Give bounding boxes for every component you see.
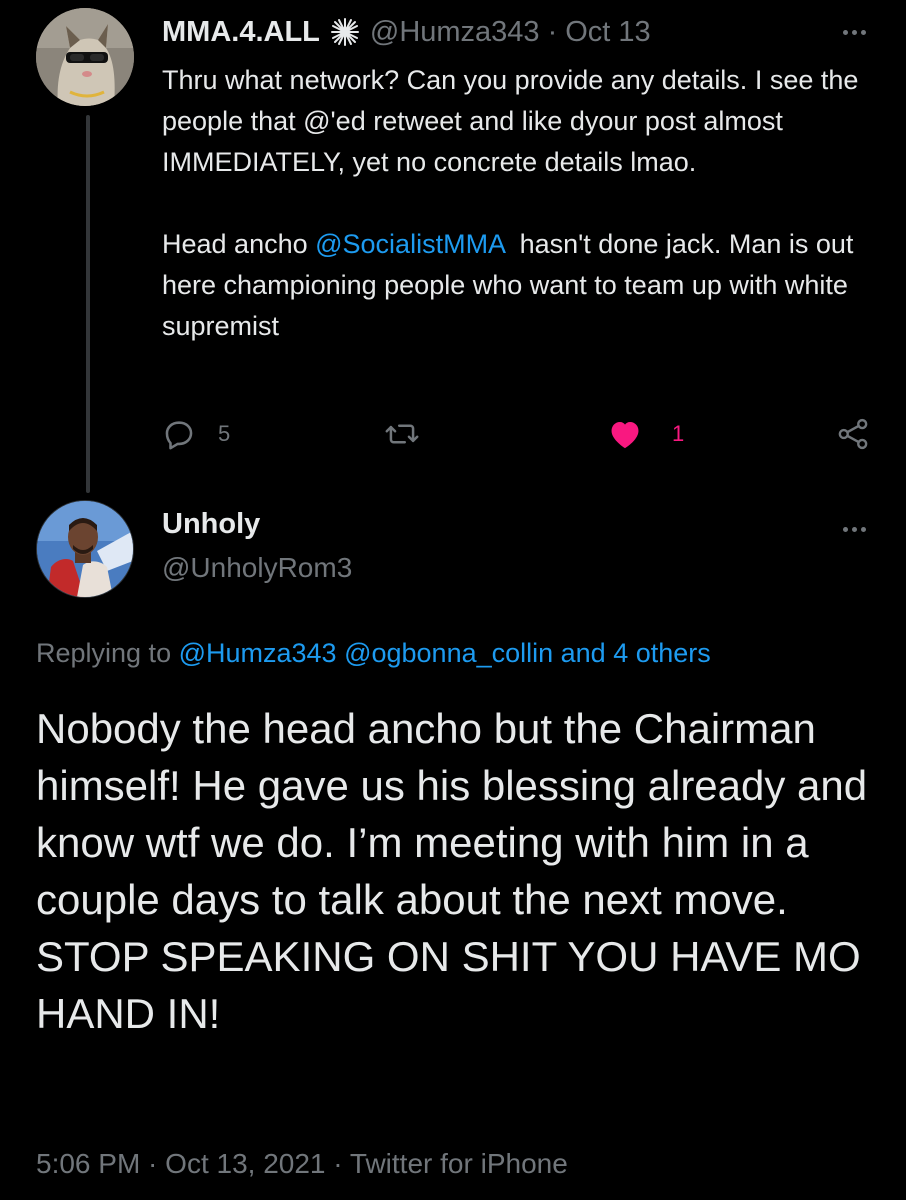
thread-connector-line bbox=[86, 115, 90, 493]
tweet-text-segment: Head ancho bbox=[162, 229, 316, 259]
avatar-unholy[interactable] bbox=[36, 500, 134, 598]
share-button[interactable] bbox=[836, 414, 870, 454]
parent-tweet-text: Thru what network? Can you provide any d… bbox=[162, 60, 882, 347]
heart-filled-icon bbox=[608, 418, 642, 450]
reply-icon bbox=[162, 417, 196, 451]
reply-count: 5 bbox=[218, 421, 231, 446]
user-handle[interactable]: @Humza343 bbox=[370, 16, 540, 49]
tweet-time[interactable]: 5:06 PM bbox=[36, 1148, 140, 1179]
like-button[interactable]: 1 bbox=[608, 414, 684, 454]
avatar-mma4all[interactable] bbox=[36, 8, 134, 106]
main-tweet-text: Nobody the head ancho but the Chairman h… bbox=[36, 705, 868, 1037]
replying-to-mentions[interactable]: @Humza343 @ogbonna_collin and 4 others bbox=[179, 638, 711, 668]
parent-tweet-header: MMA.4.ALL @Humza343 · Oct 13 bbox=[162, 12, 651, 52]
separator-dot: · bbox=[325, 1148, 350, 1179]
separator-dot: · bbox=[547, 15, 558, 48]
tweet-paragraph: Thru what network? Can you provide any d… bbox=[162, 65, 859, 177]
replying-to-label: Replying to bbox=[36, 638, 179, 668]
starburst-icon bbox=[330, 17, 360, 47]
retweet-button[interactable] bbox=[384, 414, 442, 454]
tweet-paragraph: Head ancho @SocialistMMA hasn't done jac… bbox=[162, 224, 882, 347]
tweet-date[interactable]: Oct 13, 2021 bbox=[165, 1148, 325, 1179]
mention-link[interactable]: @SocialistMMA bbox=[315, 229, 504, 259]
tweet-source[interactable]: Twitter for iPhone bbox=[350, 1148, 568, 1179]
separator-dot: · bbox=[140, 1148, 166, 1179]
share-icon bbox=[836, 417, 870, 451]
retweet-icon bbox=[384, 417, 420, 451]
display-name[interactable]: Unholy bbox=[162, 508, 260, 541]
tweet-metadata: 5:06 PM · Oct 13, 2021 · Twitter for iPh… bbox=[36, 1148, 568, 1180]
tweet-action-bar: 5 1 bbox=[162, 414, 872, 454]
display-name[interactable]: MMA.4.ALL bbox=[162, 16, 320, 49]
more-options-icon[interactable] bbox=[843, 527, 866, 532]
replying-to-line: Replying to @Humza343 @ogbonna_collin an… bbox=[36, 638, 711, 669]
user-handle[interactable]: @UnholyRom3 bbox=[162, 552, 352, 584]
more-options-icon[interactable] bbox=[843, 30, 866, 35]
like-count: 1 bbox=[672, 421, 685, 446]
reply-button[interactable]: 5 bbox=[162, 414, 230, 454]
tweet-date[interactable]: Oct 13 bbox=[565, 16, 650, 49]
